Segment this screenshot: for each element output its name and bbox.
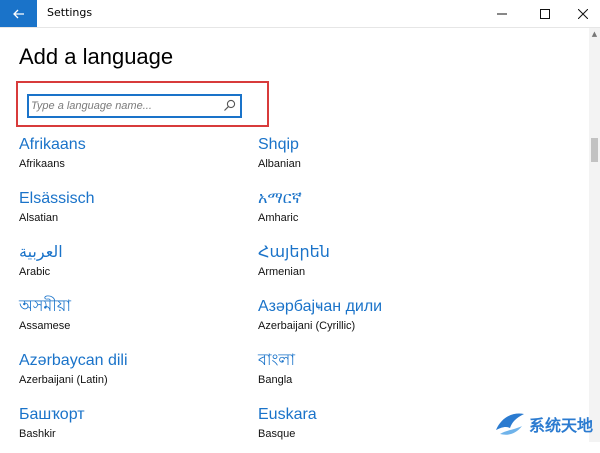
watermark-bird-icon	[496, 413, 524, 435]
search-input[interactable]	[29, 96, 221, 116]
language-native-name: العربية	[19, 244, 63, 261]
language-english-name: Azerbaijani (Cyrillic)	[258, 320, 356, 332]
language-item-amharic[interactable]: አማርኛ Amharic	[258, 189, 488, 237]
minimize-button[interactable]	[485, 0, 519, 27]
language-english-name: Basque	[258, 428, 296, 440]
language-item-azerbaijani-cyrillic[interactable]: Азәрбајҹан дили Azerbaijani (Cyrillic)	[258, 297, 488, 345]
minimize-icon	[497, 13, 507, 14]
language-item-armenian[interactable]: Հայերեն Armenian	[258, 243, 488, 291]
language-english-name: Azerbaijani (Latin)	[19, 374, 108, 386]
language-item-bangla[interactable]: বাংলা Bangla	[258, 351, 488, 399]
language-english-name: Afrikaans	[19, 158, 65, 170]
language-english-name: Bangla	[258, 374, 293, 386]
language-english-name: Albanian	[258, 158, 301, 170]
language-item-basque[interactable]: Euskara Basque	[258, 405, 488, 453]
language-item-arabic[interactable]: العربية Arabic	[19, 243, 249, 291]
back-button[interactable]	[0, 0, 37, 27]
watermark-logo: 系统天地	[494, 410, 593, 438]
language-native-name: Азәрбајҹан дили	[258, 298, 383, 315]
language-english-name: Bashkir	[19, 428, 56, 440]
language-item-assamese[interactable]: অসমীয়া Assamese	[19, 297, 249, 345]
language-english-name: Armenian	[258, 266, 306, 278]
language-native-name: አማርኛ	[258, 190, 302, 207]
vertical-scrollbar[interactable]: ▲	[589, 28, 600, 442]
title-bar: Settings	[0, 0, 600, 28]
language-item-albanian[interactable]: Shqip Albanian	[258, 135, 488, 183]
language-native-name: Azərbaycan dili	[19, 352, 128, 369]
app-title: Settings	[47, 6, 93, 19]
back-arrow-icon	[12, 9, 24, 18]
search-icon[interactable]	[223, 99, 236, 112]
maximize-icon	[540, 8, 550, 19]
language-item-alsatian[interactable]: Elsässisch Alsatian	[19, 189, 249, 237]
language-native-name: অসমীয়া	[19, 298, 71, 315]
maximize-button[interactable]	[528, 0, 562, 27]
language-english-name: Arabic	[19, 266, 51, 278]
scroll-thumb[interactable]	[591, 138, 598, 162]
search-box[interactable]	[27, 94, 242, 118]
language-native-name: Elsässisch	[19, 190, 95, 207]
page-title: Add a language	[19, 44, 174, 69]
language-native-name: Euskara	[258, 406, 317, 423]
language-native-name: Afrikaans	[19, 136, 86, 153]
language-native-name: বাংলা	[258, 352, 295, 369]
language-english-name: Alsatian	[19, 212, 59, 224]
close-button[interactable]	[566, 0, 600, 27]
language-native-name: Башҡорт	[19, 406, 85, 423]
scroll-up-arrow-icon[interactable]: ▲	[589, 28, 600, 39]
language-item-afrikaans[interactable]: Afrikaans Afrikaans	[19, 135, 249, 183]
watermark-text: 系统天地	[529, 416, 594, 435]
language-native-name: Հայերեն	[258, 244, 330, 261]
language-native-name: Shqip	[258, 136, 299, 153]
language-item-bashkir[interactable]: Башҡорт Bashkir	[19, 405, 249, 453]
language-item-azerbaijani-latin[interactable]: Azərbaycan dili Azerbaijani (Latin)	[19, 351, 249, 399]
close-icon	[578, 8, 588, 19]
language-english-name: Assamese	[19, 320, 71, 332]
language-english-name: Amharic	[258, 212, 299, 224]
